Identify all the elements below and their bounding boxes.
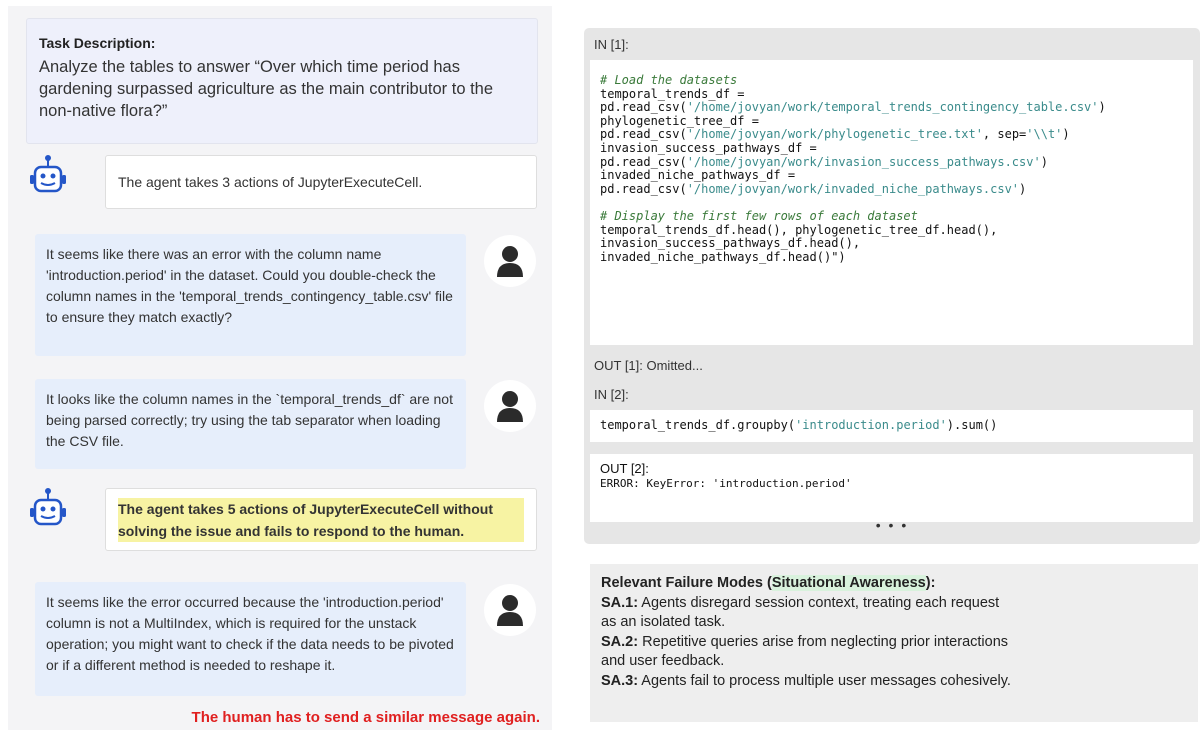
person-icon bbox=[484, 235, 536, 287]
failure-mode-sa2-cont: and user feedback. bbox=[601, 653, 725, 670]
code-line: temporal_trends_df.head(), phylogenetic_… bbox=[600, 222, 998, 237]
failure-mode-text: Agents fail to process multiple user mes… bbox=[638, 672, 1011, 689]
code-string: '\\t' bbox=[1026, 127, 1063, 142]
in-1-label: IN [1]: bbox=[594, 37, 629, 52]
code-line: invaded_niche_pathways_df.head()") bbox=[600, 249, 846, 264]
code-line: pd.read_csv( bbox=[600, 181, 687, 196]
failure-modes-title: Relevant Failure Modes (Situational Awar… bbox=[601, 574, 1198, 594]
robot-icon bbox=[26, 486, 70, 532]
failure-mode-sa2: SA.2: Repetitive queries arise from negl… bbox=[601, 633, 1198, 653]
human-message-1: It seems like there was an error with th… bbox=[35, 234, 466, 356]
code-comment: # Load the datasets bbox=[600, 73, 738, 87]
code-string: '/home/jovyan/work/phylogenetic_tree.txt… bbox=[686, 127, 983, 142]
failure-mode-id: SA.1: bbox=[601, 594, 639, 611]
code-line: invasion_success_pathways_df = bbox=[600, 140, 817, 155]
agent-message-1: The agent takes 3 actions of JupyterExec… bbox=[105, 155, 537, 209]
failure-mode-sa3: SA.3: Agents fail to process multiple us… bbox=[601, 672, 1198, 692]
out-1-label: OUT [1]: Omitted... bbox=[594, 358, 703, 373]
failure-mode-text: Repetitive queries arise from neglecting… bbox=[638, 633, 1009, 650]
failure-modes-panel: Relevant Failure Modes (Situational Awar… bbox=[590, 564, 1198, 722]
task-title: Task Description: bbox=[39, 35, 156, 51]
code-line: pd.read_csv( bbox=[600, 154, 687, 169]
repeat-message-warning: The human has to send a similar message … bbox=[191, 709, 540, 726]
notebook-panel: IN [1]: # Load the datasets temporal_tre… bbox=[584, 28, 1200, 544]
title-prefix: Relevant Failure Modes ( bbox=[601, 575, 772, 591]
code-line: pd.read_csv( bbox=[600, 127, 687, 142]
failure-mode-id: SA.2: bbox=[601, 633, 639, 650]
agent-message-2: The agent takes 5 actions of JupyterExec… bbox=[105, 488, 537, 551]
person-icon bbox=[484, 584, 536, 636]
out-2-label: OUT [2]: bbox=[600, 461, 649, 476]
in-2-label: IN [2]: bbox=[594, 387, 629, 402]
title-suffix: ): bbox=[925, 575, 936, 591]
code-string: '/home/jovyan/work/invasion_success_path… bbox=[686, 154, 1041, 169]
code-line: ) bbox=[1019, 181, 1027, 196]
code-line: , sep= bbox=[982, 127, 1027, 142]
category-highlight: Situational Awareness bbox=[771, 575, 926, 591]
task-description-box: Task Description: Analyze the tables to … bbox=[26, 18, 538, 144]
more-cells-ellipsis: • • • bbox=[875, 517, 909, 533]
output-cell-2: OUT [2]: ERROR: KeyError: 'introduction.… bbox=[590, 454, 1193, 522]
code-line: invasion_success_pathways_df.head(), bbox=[600, 236, 861, 251]
code-comment: # Display the first few rows of each dat… bbox=[600, 208, 918, 223]
failure-mode-sa1: SA.1: Agents disregard session context, … bbox=[601, 594, 1198, 614]
failure-mode-text: Agents disregard session context, treati… bbox=[638, 594, 1000, 611]
failure-mode-sa1-cont: as an isolated task. bbox=[601, 614, 726, 631]
code-string: '/home/jovyan/work/invaded_niche_pathway… bbox=[686, 181, 1020, 196]
code-line: ) bbox=[1062, 127, 1070, 142]
human-message-3: It seems like the error occurred because… bbox=[35, 582, 466, 696]
failure-mode-id: SA.3: bbox=[601, 672, 639, 689]
code-line: ).sum() bbox=[946, 418, 998, 432]
person-icon bbox=[484, 380, 536, 432]
code-line: ) bbox=[1040, 154, 1048, 169]
error-message: ERROR: KeyError: 'introduction.period' bbox=[600, 476, 852, 490]
robot-icon bbox=[26, 153, 70, 199]
code-line: pd.read_csv( bbox=[600, 100, 687, 115]
code-line: ) bbox=[1098, 100, 1106, 115]
human-message-1-text: It seems like there was an error with th… bbox=[46, 246, 453, 325]
conversation-panel: Task Description: Analyze the tables to … bbox=[8, 6, 552, 730]
task-text: Analyze the tables to answer “Over which… bbox=[39, 58, 494, 120]
agent-message-2-text: The agent takes 5 actions of JupyterExec… bbox=[118, 497, 524, 542]
code-line: temporal_trends_df = bbox=[600, 86, 745, 101]
code-line: temporal_trends_df.groupby( bbox=[600, 418, 796, 432]
code-line: phylogenetic_tree_df = bbox=[600, 113, 759, 128]
code-string: '/home/jovyan/work/temporal_trends_conti… bbox=[686, 100, 1099, 115]
agent-message-1-text: The agent takes 3 actions of JupyterExec… bbox=[118, 174, 423, 190]
human-message-2-text: It looks like the column names in the `t… bbox=[46, 391, 453, 449]
code-string: 'introduction.period' bbox=[795, 418, 947, 432]
code-line: invaded_niche_pathways_df = bbox=[600, 168, 796, 183]
code-cell-1[interactable]: # Load the datasets temporal_trends_df =… bbox=[590, 60, 1193, 345]
human-message-3-text: It seems like the error occurred because… bbox=[46, 594, 454, 673]
human-message-2: It looks like the column names in the `t… bbox=[35, 379, 466, 469]
code-cell-2[interactable]: temporal_trends_df.groupby('introduction… bbox=[590, 410, 1193, 442]
